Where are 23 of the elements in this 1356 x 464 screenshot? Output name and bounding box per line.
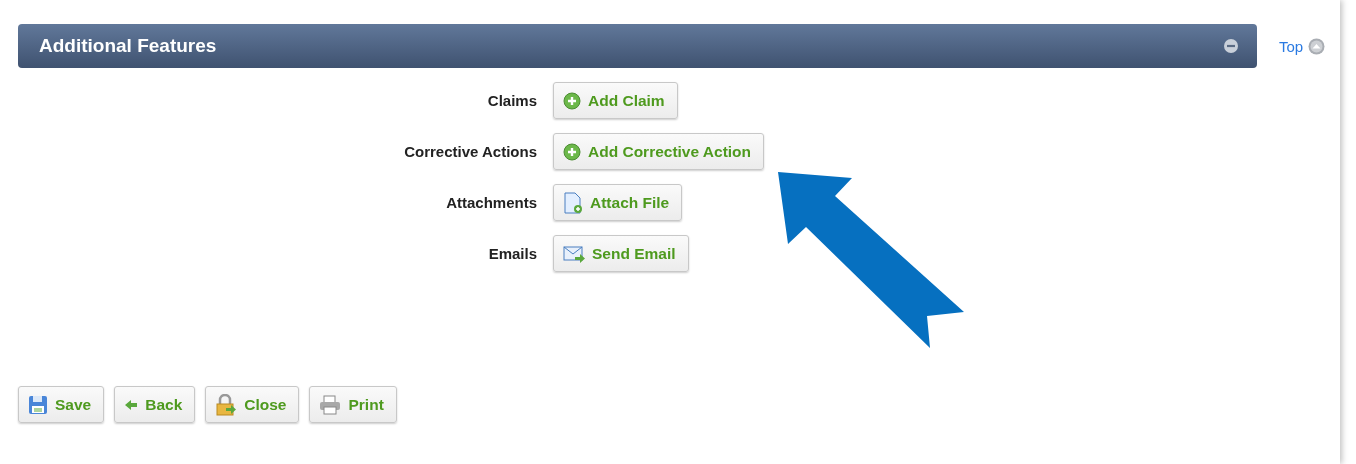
panel-title: Additional Features	[39, 35, 217, 57]
action-button[interactable]: Close	[205, 386, 300, 423]
action-button[interactable]: Back	[114, 386, 196, 423]
feature-label: Claims	[487, 92, 537, 109]
feature-label: Emails	[488, 245, 537, 262]
feature-button[interactable]: Attach File	[553, 184, 683, 221]
feature-button[interactable]: Add Corrective Action	[553, 133, 765, 170]
plus-icon	[563, 142, 581, 161]
feature-button[interactable]: Send Email	[553, 235, 689, 272]
action-button[interactable]: Save	[18, 386, 105, 423]
collapse-icon[interactable]	[1223, 38, 1239, 54]
feature-label: Attachments	[446, 194, 537, 211]
file-icon	[563, 191, 583, 214]
feature-label: Corrective Actions	[404, 143, 537, 160]
printer-icon	[319, 394, 342, 415]
envelope-icon	[563, 244, 585, 263]
action-button[interactable]: Print	[309, 386, 397, 423]
left-arrow-icon	[124, 398, 139, 411]
padlock-icon	[215, 393, 238, 416]
up-arrow-icon	[1308, 37, 1326, 55]
top-link[interactable]: Top	[1279, 37, 1326, 55]
plus-icon	[563, 91, 581, 110]
feature-button[interactable]: Add Claim	[553, 82, 678, 119]
